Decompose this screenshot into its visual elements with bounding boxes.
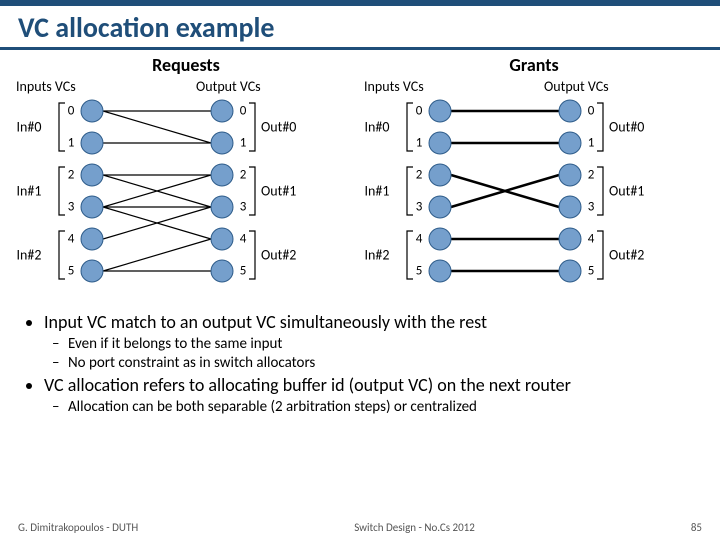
output-port-label: Out#1 — [261, 183, 296, 200]
requests-diagram: Requests Inputs VCs Output VCs 0 0 1 1 2 2 3 3 4… — [12, 54, 360, 307]
input-vc-id: 0 — [416, 104, 423, 119]
footer-page: 85 — [691, 521, 702, 534]
bracket-right — [249, 103, 255, 151]
bracket-right — [597, 103, 603, 151]
input-vc-id: 1 — [416, 136, 423, 151]
output-port-label: Out#2 — [609, 247, 644, 264]
input-port-label: In#2 — [365, 247, 390, 264]
grants-headers: Inputs VCs Output VCs — [360, 78, 708, 95]
input-vc-node — [81, 260, 103, 282]
output-vc-id: 0 — [588, 104, 595, 119]
output-port-label: Out#2 — [261, 247, 296, 264]
bullet-lvl2: Even if it belongs to the same input — [68, 335, 700, 353]
output-vc-node — [211, 196, 233, 218]
input-vc-node — [429, 100, 451, 122]
output-vc-node — [211, 132, 233, 154]
bracket-left — [59, 167, 65, 215]
output-vc-node — [211, 100, 233, 122]
bracket-right — [249, 167, 255, 215]
input-vc-node — [81, 196, 103, 218]
input-vc-id: 4 — [68, 232, 75, 247]
grants-title: Grants — [360, 54, 708, 76]
input-vc-id: 2 — [68, 168, 75, 183]
input-vc-id: 0 — [68, 104, 75, 119]
footer-center: Switch Design - No.Cs 2012 — [354, 521, 475, 534]
input-vc-node — [81, 100, 103, 122]
requests-svg: 0 0 1 1 2 2 3 3 4 4 5 5 In#0 Out#0 In#1 Out#1 In#2 Out#2 — [12, 97, 362, 307]
bracket-left — [407, 103, 413, 151]
input-vc-id: 4 — [416, 232, 423, 247]
bullet-lvl2: Allocation can be both separable (2 arbi… — [68, 398, 700, 416]
bracket-left — [407, 231, 413, 279]
output-vc-id: 4 — [588, 232, 595, 247]
slide-title: VC allocation example — [0, 6, 720, 45]
input-vc-id: 5 — [68, 264, 75, 279]
output-vc-id: 5 — [240, 264, 247, 279]
input-port-label: In#2 — [17, 247, 42, 264]
input-port-label: In#1 — [365, 183, 390, 200]
input-vc-id: 5 — [416, 264, 423, 279]
output-vc-id: 2 — [588, 168, 595, 183]
grants-diagram: Grants Inputs VCs Output VCs 0 0 1 1 2 2 3 3 4 4 5… — [360, 54, 708, 307]
output-vc-id: 3 — [588, 200, 595, 215]
edge — [103, 111, 211, 143]
output-vcs-label-r: Output VCs — [544, 78, 634, 95]
bracket-left — [59, 231, 65, 279]
output-vc-node — [559, 100, 581, 122]
input-vc-node — [81, 228, 103, 250]
input-vc-node — [429, 132, 451, 154]
inputs-vcs-label: Inputs VCs — [12, 78, 126, 95]
output-vc-node — [559, 132, 581, 154]
output-vc-id: 5 — [588, 264, 595, 279]
output-vc-id: 3 — [240, 200, 247, 215]
output-vc-id: 4 — [240, 232, 247, 247]
output-vc-node — [559, 164, 581, 186]
bracket-right — [597, 231, 603, 279]
input-vc-node — [429, 164, 451, 186]
bracket-right — [597, 167, 603, 215]
input-vc-id: 3 — [68, 200, 75, 215]
inputs-vcs-label-r: Inputs VCs — [360, 78, 474, 95]
output-vc-node — [211, 164, 233, 186]
output-vc-node — [559, 196, 581, 218]
input-port-label: In#0 — [365, 119, 390, 136]
input-vc-node — [429, 196, 451, 218]
bullet-lvl1: Input VC match to an output VC simultane… — [44, 311, 700, 333]
input-vc-node — [429, 228, 451, 250]
grants-svg: 0 0 1 1 2 2 3 3 4 4 5 5 In#0 Out#0 In#1 Out#1 In#2 Out#2 — [360, 97, 710, 307]
output-vcs-label: Output VCs — [196, 78, 286, 95]
diagrams-row: Requests Inputs VCs Output VCs 0 0 1 1 2 2 3 3 4… — [0, 50, 720, 307]
output-vc-id: 1 — [240, 136, 247, 151]
output-vc-id: 2 — [240, 168, 247, 183]
bullet-lvl2: No port constraint as in switch allocato… — [68, 354, 700, 372]
input-vc-node — [429, 260, 451, 282]
output-vc-node — [559, 260, 581, 282]
input-port-label: In#0 — [17, 119, 42, 136]
edge — [103, 239, 211, 271]
output-port-label: Out#1 — [609, 183, 644, 200]
output-vc-node — [211, 260, 233, 282]
output-port-label: Out#0 — [261, 119, 296, 136]
input-vc-id: 2 — [416, 168, 423, 183]
input-port-label: In#1 — [17, 183, 42, 200]
input-vc-id: 1 — [68, 136, 75, 151]
bracket-left — [407, 167, 413, 215]
bullet-lvl1: VC allocation refers to allocating buffe… — [44, 374, 700, 396]
bracket-right — [249, 231, 255, 279]
footer-left: G. Dimitrakopoulos - DUTH — [18, 521, 138, 534]
bracket-left — [59, 103, 65, 151]
output-vc-node — [559, 228, 581, 250]
input-vc-node — [81, 164, 103, 186]
output-vc-id: 0 — [240, 104, 247, 119]
input-vc-node — [81, 132, 103, 154]
requests-title: Requests — [12, 54, 360, 76]
footer: G. Dimitrakopoulos - DUTH Switch Design … — [0, 521, 720, 534]
output-port-label: Out#0 — [609, 119, 644, 136]
bullets: Input VC match to an output VC simultane… — [0, 307, 720, 416]
requests-headers: Inputs VCs Output VCs — [12, 78, 360, 95]
input-vc-id: 3 — [416, 200, 423, 215]
output-vc-node — [211, 228, 233, 250]
output-vc-id: 1 — [588, 136, 595, 151]
